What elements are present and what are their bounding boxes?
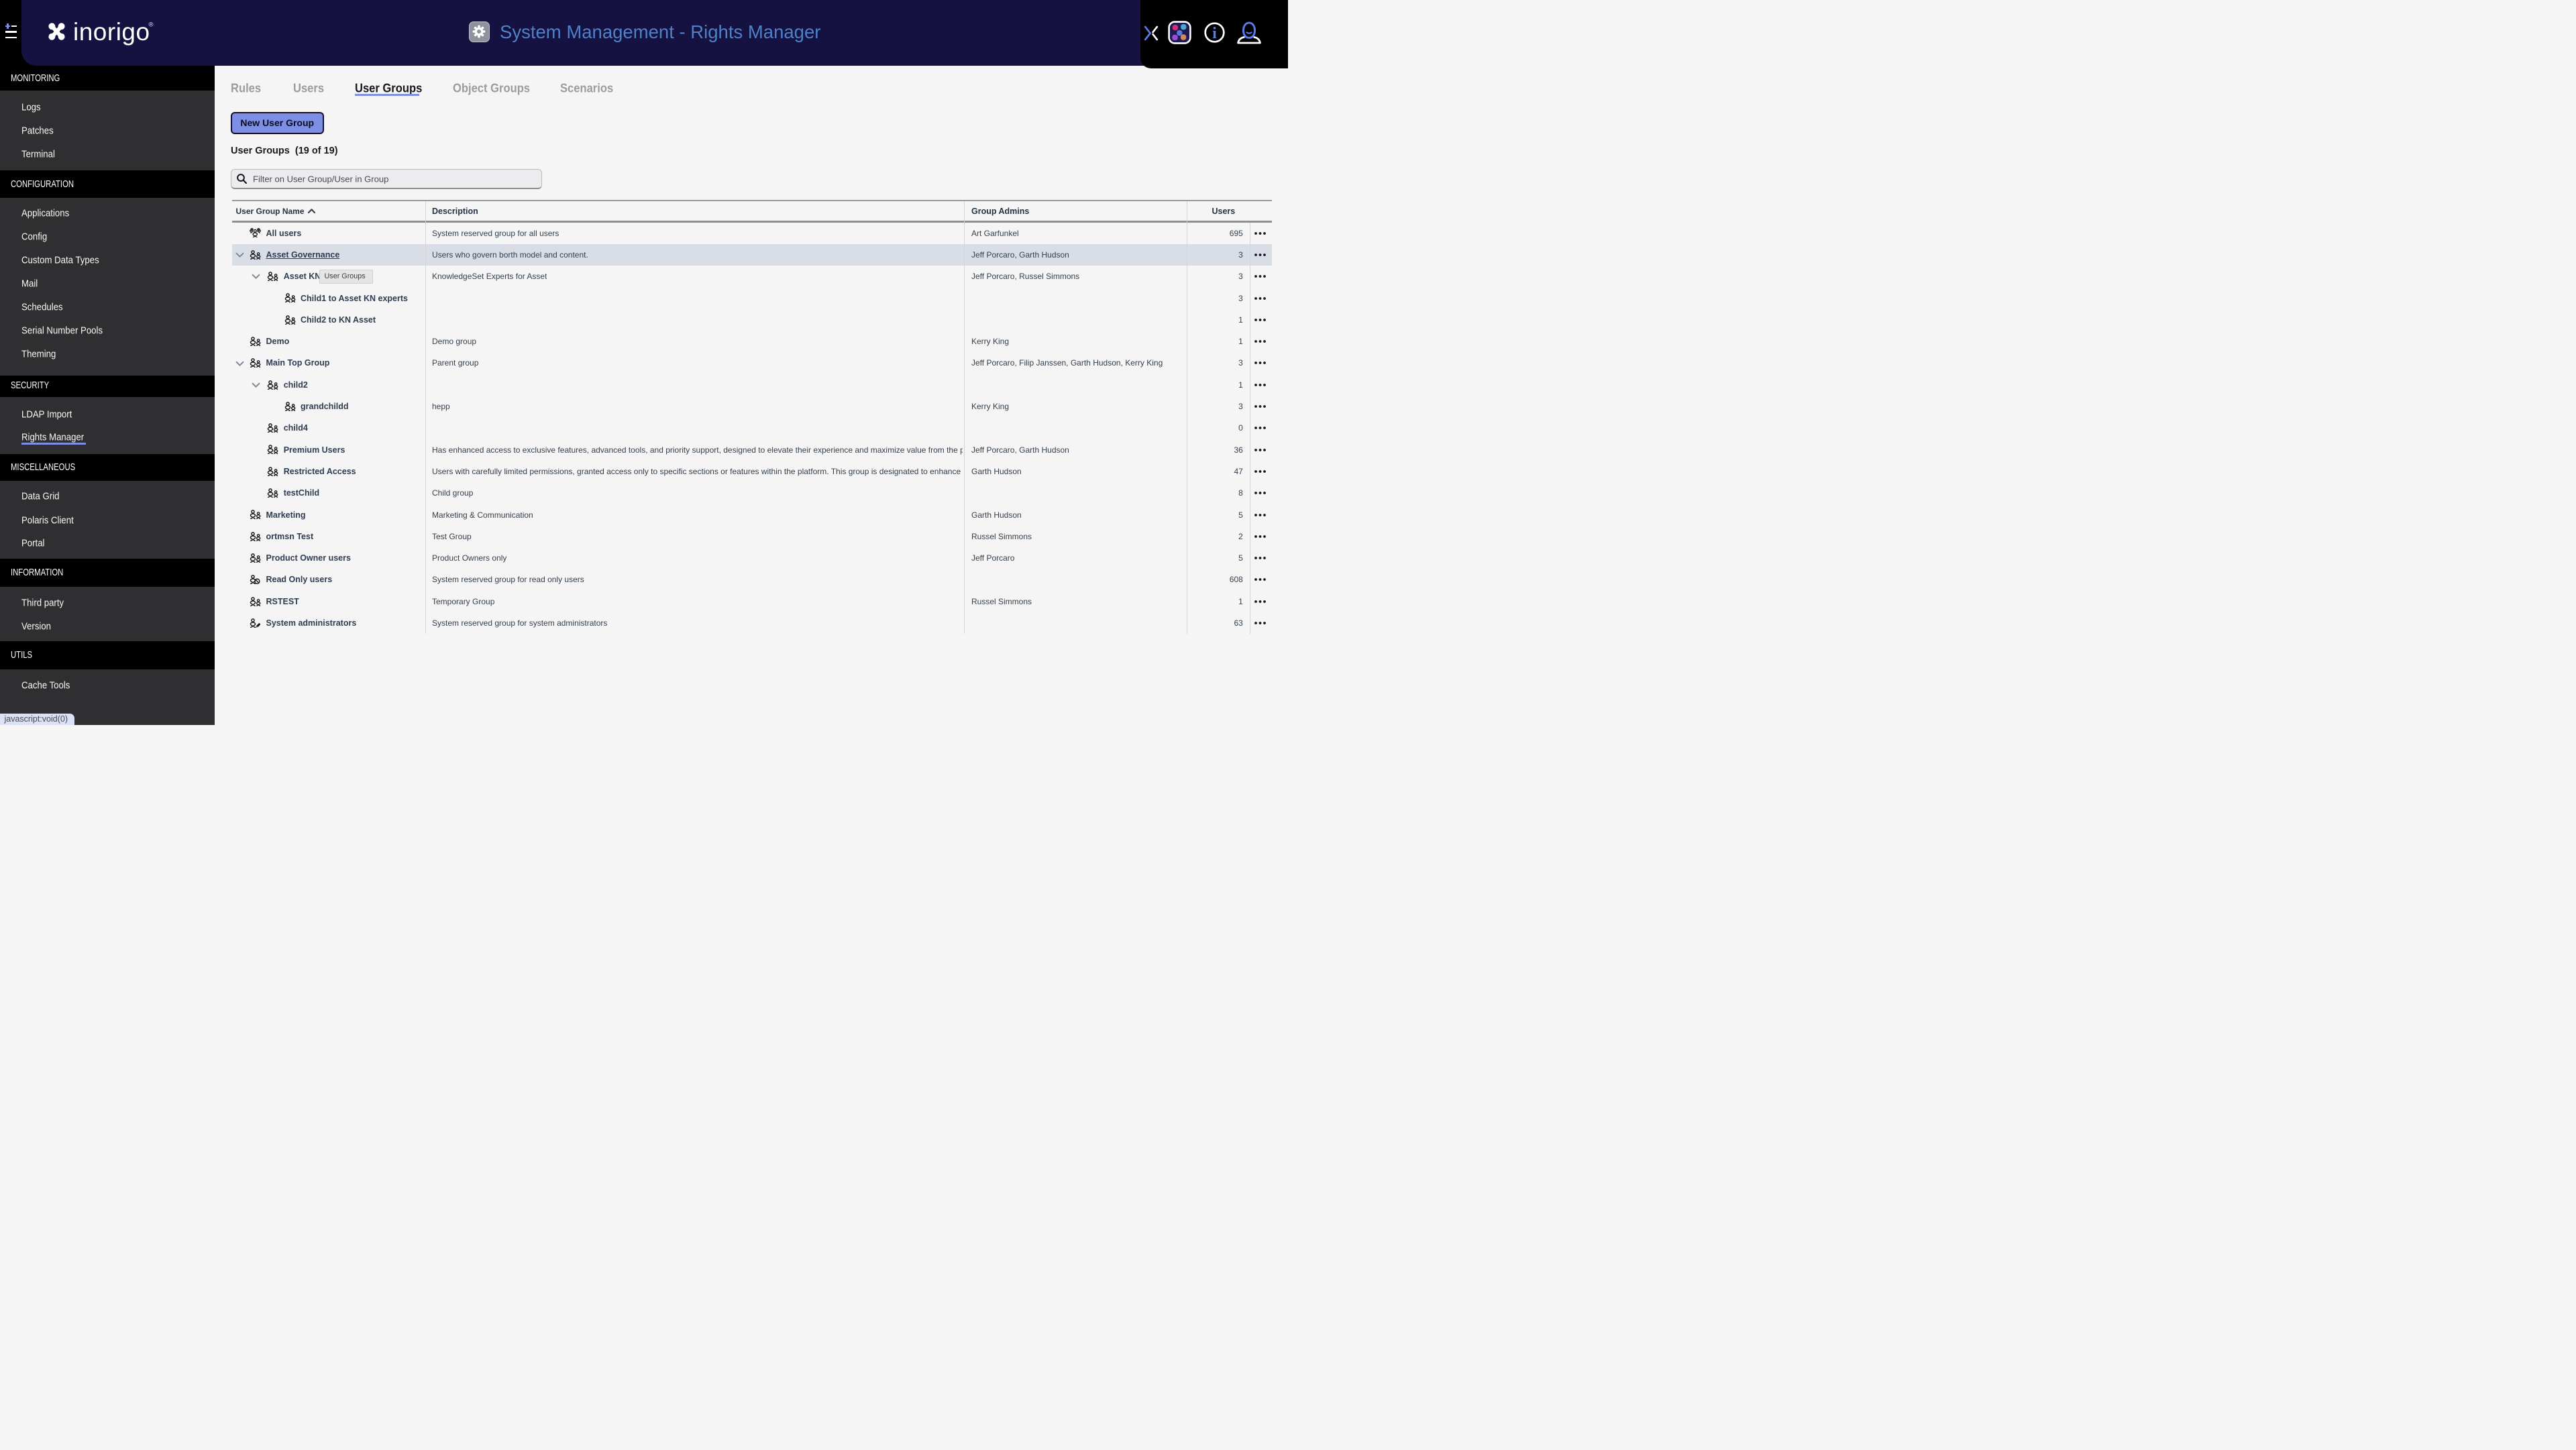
svg-text:i: i (1212, 25, 1217, 42)
